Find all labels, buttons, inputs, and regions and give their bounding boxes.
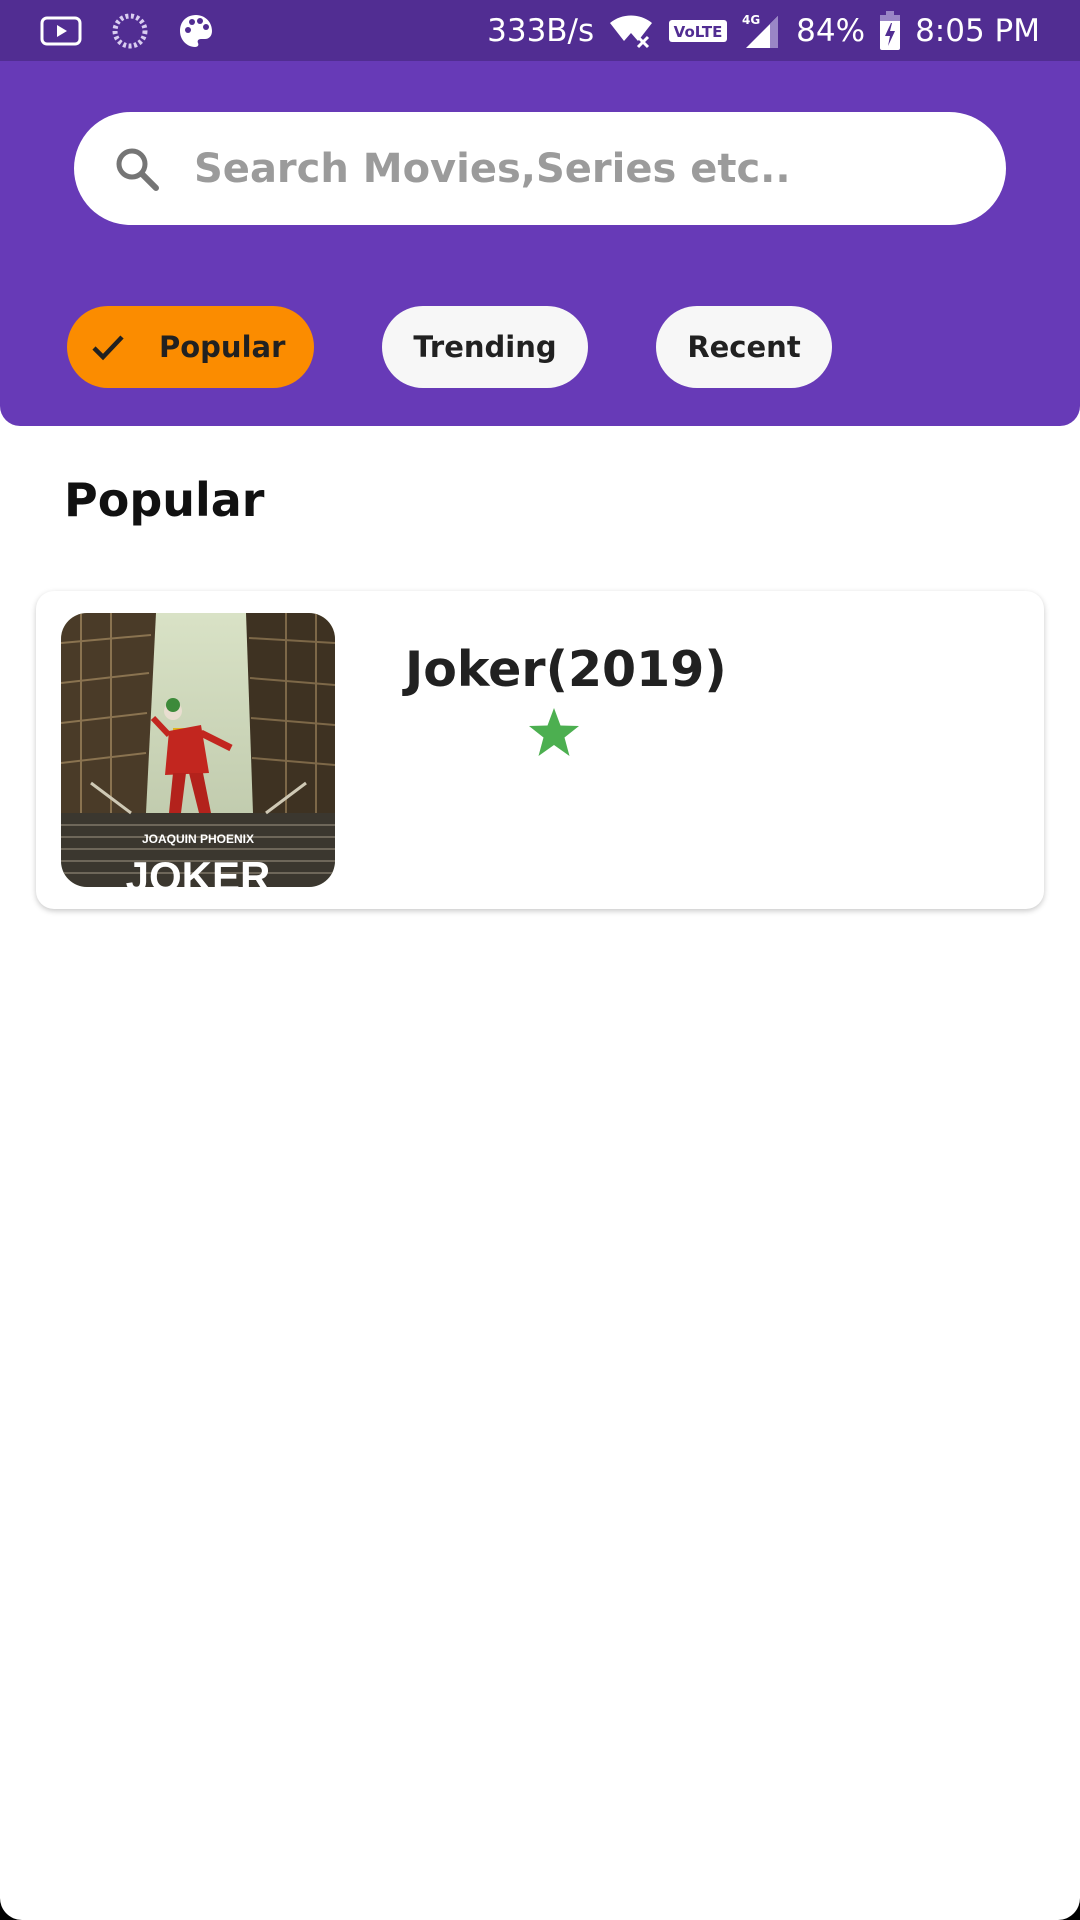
filter-chip-trending[interactable]: Trending <box>382 306 588 388</box>
wifi-off-icon <box>608 13 654 49</box>
poster-actor-text: JOAQUIN PHOENIX <box>142 832 254 846</box>
filter-chip-label: Trending <box>413 330 557 364</box>
volte-label: VoLTE <box>674 23 723 41</box>
search-bar[interactable] <box>74 112 1006 225</box>
palette-icon <box>178 13 214 49</box>
check-icon <box>87 326 129 368</box>
status-bar: 333B/s VoLTE 4G 84% 8:05 PM <box>0 0 1080 61</box>
movie-title[interactable]: Joker(2019) <box>405 641 727 698</box>
search-icon[interactable] <box>112 144 162 194</box>
signal-icon: 4G <box>742 12 782 50</box>
app-screen: 333B/s VoLTE 4G 84% 8:05 PM Search Movie… <box>0 0 1080 1920</box>
battery-charging-icon <box>879 10 901 51</box>
star-icon <box>526 705 582 761</box>
poster-title-text: JOKER <box>126 853 271 887</box>
filter-chip-label: Popular <box>159 330 286 364</box>
youtube-icon <box>40 16 82 46</box>
movie-card[interactable]: JOAQUIN PHOENIX JOKER Joker(2019) <box>36 591 1044 909</box>
filter-chip-popular[interactable]: Popular <box>67 306 314 388</box>
loading-circle-icon <box>112 13 148 49</box>
status-right-info: 333B/s VoLTE 4G 84% 8:05 PM <box>487 0 1040 61</box>
section-title: Popular <box>64 473 265 527</box>
movie-poster[interactable]: JOAQUIN PHOENIX JOKER <box>61 613 335 887</box>
header: Popular Trending Recent <box>0 61 1080 426</box>
search-input[interactable] <box>194 112 974 225</box>
volte-icon: VoLTE <box>668 17 728 45</box>
network-type: 4G <box>742 13 760 27</box>
clock: 8:05 PM <box>915 12 1040 49</box>
filter-chip-label: Recent <box>687 330 801 364</box>
net-speed: 333B/s <box>487 12 595 49</box>
battery-level: 84% <box>796 12 866 49</box>
status-left-icons <box>40 0 214 61</box>
filter-chip-recent[interactable]: Recent <box>656 306 832 388</box>
